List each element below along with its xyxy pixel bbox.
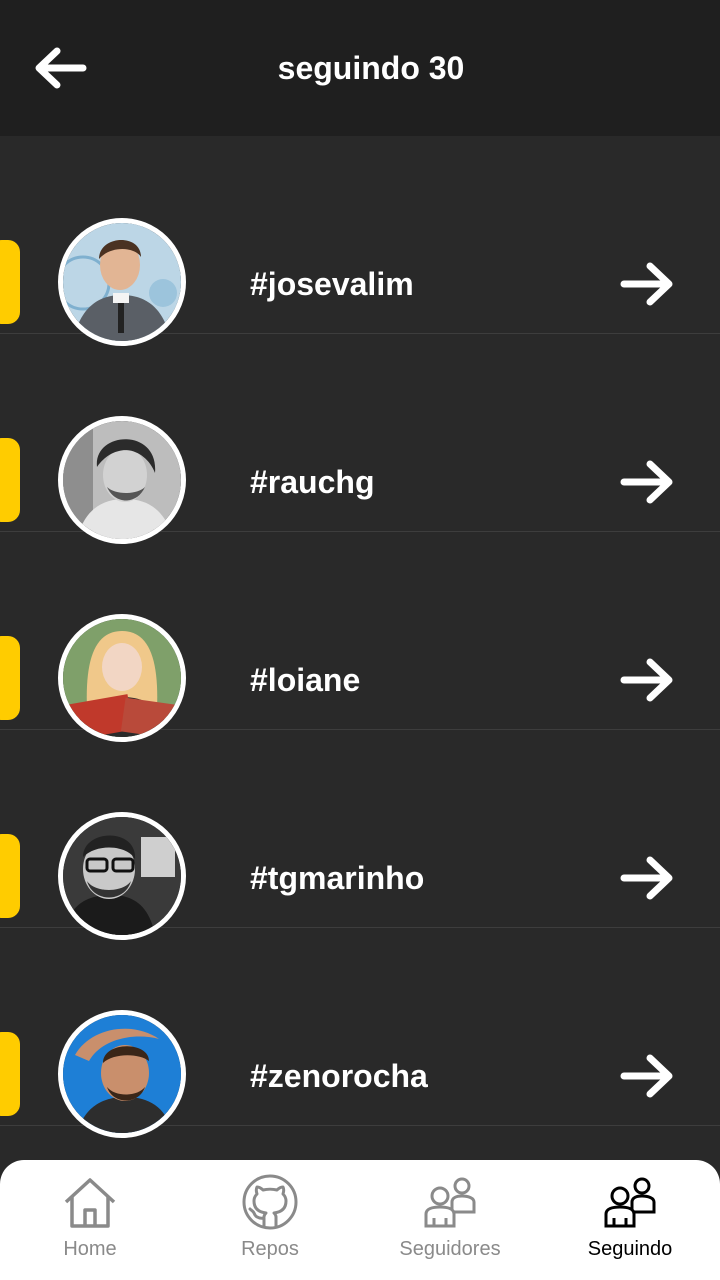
tab-seguindo-label: Seguindo <box>587 1238 673 1260</box>
followers-icon <box>424 1177 476 1228</box>
tab-repos[interactable]: Repos <box>180 1160 360 1280</box>
username: #loiane <box>250 662 361 698</box>
github-icon <box>242 1174 298 1230</box>
arrow-right-icon[interactable] <box>618 1050 678 1102</box>
bottom-tab-bar: Home Repos Seguidores Seguindo <box>0 1160 720 1280</box>
arrow-right-icon[interactable] <box>618 258 678 310</box>
page-title: seguindo 30 <box>277 50 465 86</box>
tab-seguidores-label: Seguidores <box>399 1238 501 1260</box>
following-list: #josevalim #rauchg #loiane #tgmarinho #z… <box>0 136 720 1160</box>
arrow-right-icon[interactable] <box>618 654 678 706</box>
arrow-right-icon[interactable] <box>618 456 678 508</box>
top-bar: seguindo 30 <box>0 0 720 136</box>
arrow-right-icon[interactable] <box>618 852 678 904</box>
tab-home-label: Home <box>63 1238 117 1260</box>
avatar <box>58 812 186 940</box>
list-item[interactable]: #tgmarinho <box>0 730 720 940</box>
list-item-marker <box>0 438 20 522</box>
list-item[interactable]: #loiane <box>0 532 720 742</box>
tab-seguidores[interactable]: Seguidores <box>360 1160 540 1280</box>
username: #rauchg <box>250 464 375 500</box>
avatar <box>58 614 186 742</box>
username: #zenorocha <box>250 1058 428 1094</box>
avatar <box>58 1010 186 1138</box>
username: #tgmarinho <box>250 860 425 896</box>
list-item-marker <box>0 834 20 918</box>
list-item-marker <box>0 1032 20 1116</box>
avatar <box>58 416 186 544</box>
tab-seguindo[interactable]: Seguindo <box>540 1160 720 1280</box>
list-item-marker <box>0 636 20 720</box>
home-icon <box>64 1178 116 1228</box>
tab-home[interactable]: Home <box>0 1160 180 1280</box>
tab-repos-label: Repos <box>241 1238 299 1260</box>
list-item[interactable]: #rauchg <box>0 334 720 544</box>
list-item[interactable]: #zenorocha <box>0 928 720 1138</box>
list-item-marker <box>0 240 20 324</box>
username: #josevalim <box>250 266 414 302</box>
following-icon <box>604 1177 656 1228</box>
list-item[interactable]: #josevalim <box>0 136 720 346</box>
avatar <box>58 218 186 346</box>
